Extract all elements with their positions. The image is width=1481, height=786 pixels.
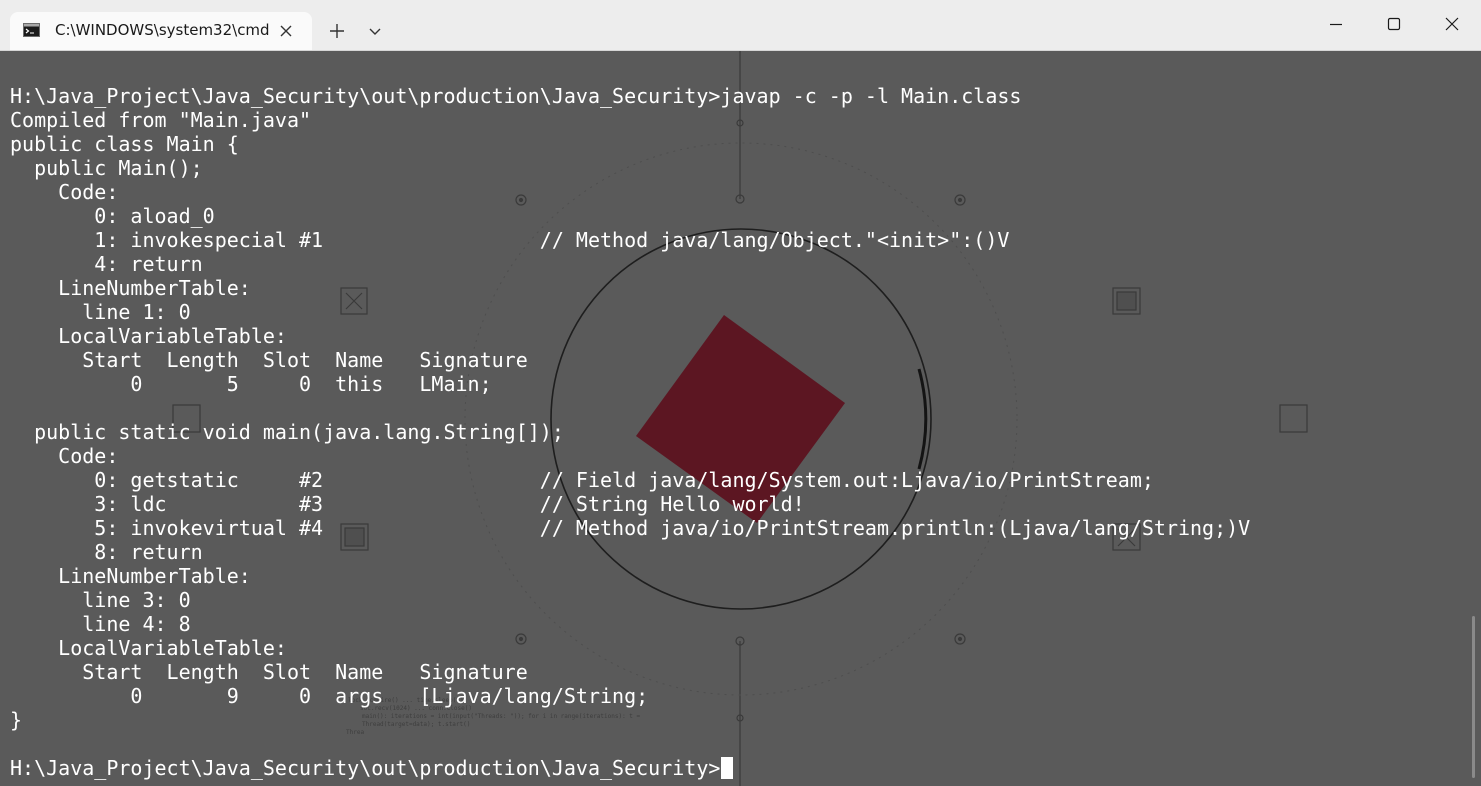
terminal-body[interactable]: lock.acquire() ... time.sleep(1) soc.rec… (0, 51, 1481, 786)
text-cursor (721, 757, 734, 779)
terminal-line: 5: invokevirtual #4 // Method java/io/Pr… (10, 516, 1251, 540)
terminal-window: C:\WINDOWS\system32\cmd.exe (0, 0, 1481, 786)
terminal-line: Code: (10, 180, 119, 204)
terminal-line: Start Length Slot Name Signature (10, 348, 528, 372)
prompt-line: H:\Java_Project\Java_Security\out\produc… (10, 756, 1250, 780)
command-prompt-icon (23, 23, 40, 37)
terminal-line: 0 5 0 this LMain; (10, 372, 492, 396)
terminal-line: 0: getstatic #2 // Field java/lang/Syste… (10, 468, 1154, 492)
terminal-line: Compiled from "Main.java" (10, 108, 312, 132)
terminal-line: LineNumberTable: (10, 276, 251, 300)
terminal-line: H:\Java_Project\Java_Security\out\produc… (10, 84, 1022, 108)
minimize-icon (1330, 23, 1342, 26)
plus-icon[interactable] (324, 18, 350, 44)
maximize-icon (1387, 17, 1401, 31)
terminal-line: 8: return (10, 540, 203, 564)
terminal-line: public static void main(java.lang.String… (10, 420, 564, 444)
tab-title: C:\WINDOWS\system32\cmd.exe (55, 21, 270, 39)
terminal-line: public Main(); (10, 156, 203, 180)
terminal-line: 0 9 0 args [Ljava/lang/String; (10, 684, 649, 708)
terminal-line: LocalVariableTable: (10, 636, 287, 660)
terminal-line: } (10, 708, 23, 732)
terminal-line: line 3: 0 (10, 588, 191, 612)
terminal-output[interactable]: H:\Java_Project\Java_Security\out\produc… (10, 84, 1250, 780)
title-bar[interactable]: C:\WINDOWS\system32\cmd.exe (0, 0, 1481, 51)
terminal-line: 0: aload_0 (10, 204, 215, 228)
terminal-line: 4: return (10, 252, 203, 276)
minimize-button[interactable] (1307, 0, 1365, 48)
chevron-down-icon[interactable] (362, 18, 388, 44)
scrollbar[interactable] (1472, 616, 1475, 778)
maximize-button[interactable] (1365, 0, 1423, 48)
terminal-line: public class Main { (10, 132, 239, 156)
terminal-line: Start Length Slot Name Signature (10, 660, 528, 684)
terminal-line: Code: (10, 444, 119, 468)
terminal-line: 1: invokespecial #1 // Method java/lang/… (10, 228, 1010, 252)
terminal-line: 3: ldc #3 // String Hello world! (10, 492, 805, 516)
close-icon (1445, 17, 1459, 31)
terminal-line: line 1: 0 (10, 300, 191, 324)
command-prompt: H:\Java_Project\Java_Security\out\produc… (10, 756, 721, 780)
terminal-line: LocalVariableTable: (10, 324, 287, 348)
close-button[interactable] (1423, 0, 1481, 48)
tab-close-icon[interactable] (276, 21, 296, 41)
terminal-line: LineNumberTable: (10, 564, 251, 588)
tab-cmd[interactable]: C:\WINDOWS\system32\cmd.exe (10, 12, 312, 50)
terminal-line: line 4: 8 (10, 612, 191, 636)
